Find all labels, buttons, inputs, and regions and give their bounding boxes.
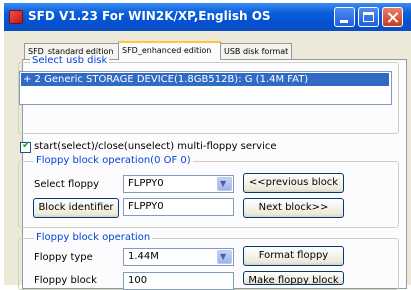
usb-disk-list-item[interactable]: + 2 Generic STORAGE DEVICE(1.8GB512B): G… [21, 73, 389, 86]
floppy-block-label: Floppy block [34, 275, 97, 286]
usb-disk-list[interactable]: + 2 Generic STORAGE DEVICE(1.8GB512B): G… [19, 71, 392, 105]
floppy-block-value: 100 [128, 275, 148, 286]
block-identifier-field[interactable]: FLPPY0 [123, 198, 234, 216]
select-floppy-label: Select floppy [34, 179, 100, 190]
format-floppy-button[interactable]: Format floppy [243, 246, 344, 266]
tab-usb-disk-format[interactable]: USB disk format [220, 43, 292, 59]
floppy-type-dropdown[interactable]: 1.44M ▼ [123, 248, 234, 266]
block-operation-legend: Floppy block operation(0 OF 0) [34, 155, 193, 166]
block-identifier-value: FLPPY0 [128, 201, 164, 212]
maximize-icon[interactable] [358, 7, 379, 27]
make-floppy-block-button[interactable]: Make floppy block [243, 271, 344, 285]
floppy-block-field[interactable]: 100 [123, 272, 234, 290]
usb-disk-legend: Select usb disk [30, 55, 110, 66]
app-icon [9, 10, 23, 24]
floppy-type-label: Floppy type [34, 252, 93, 263]
next-block-button[interactable]: Next block>> [243, 198, 344, 218]
select-floppy-dropdown[interactable]: FLPPY0 ▼ [123, 175, 234, 193]
title-bar[interactable]: SFD V1.23 For WIN2K/XP,English OS [4, 3, 411, 31]
multi-floppy-checkbox[interactable]: ✔ [20, 140, 31, 153]
previous-block-button[interactable]: <<previous block [243, 173, 344, 193]
floppy-operation-legend: Floppy block operation [34, 232, 153, 243]
tab-enhanced-edition[interactable]: SFD_enhanced edition [118, 41, 221, 60]
multi-floppy-label: start(select)/close(unselect) multi-flop… [34, 141, 277, 152]
select-floppy-value: FLPPY0 [128, 178, 164, 189]
window-title: SFD V1.23 For WIN2K/XP,English OS [28, 9, 271, 23]
chevron-down-icon[interactable]: ▼ [217, 177, 232, 191]
block-identifier-button[interactable]: Block identifier [33, 198, 119, 218]
minimize-icon[interactable] [334, 7, 355, 27]
checkmark-icon: ✔ [22, 140, 31, 151]
floppy-type-value: 1.44M [128, 251, 159, 262]
chevron-down-icon[interactable]: ▼ [217, 250, 232, 264]
close-icon[interactable] [382, 7, 403, 27]
